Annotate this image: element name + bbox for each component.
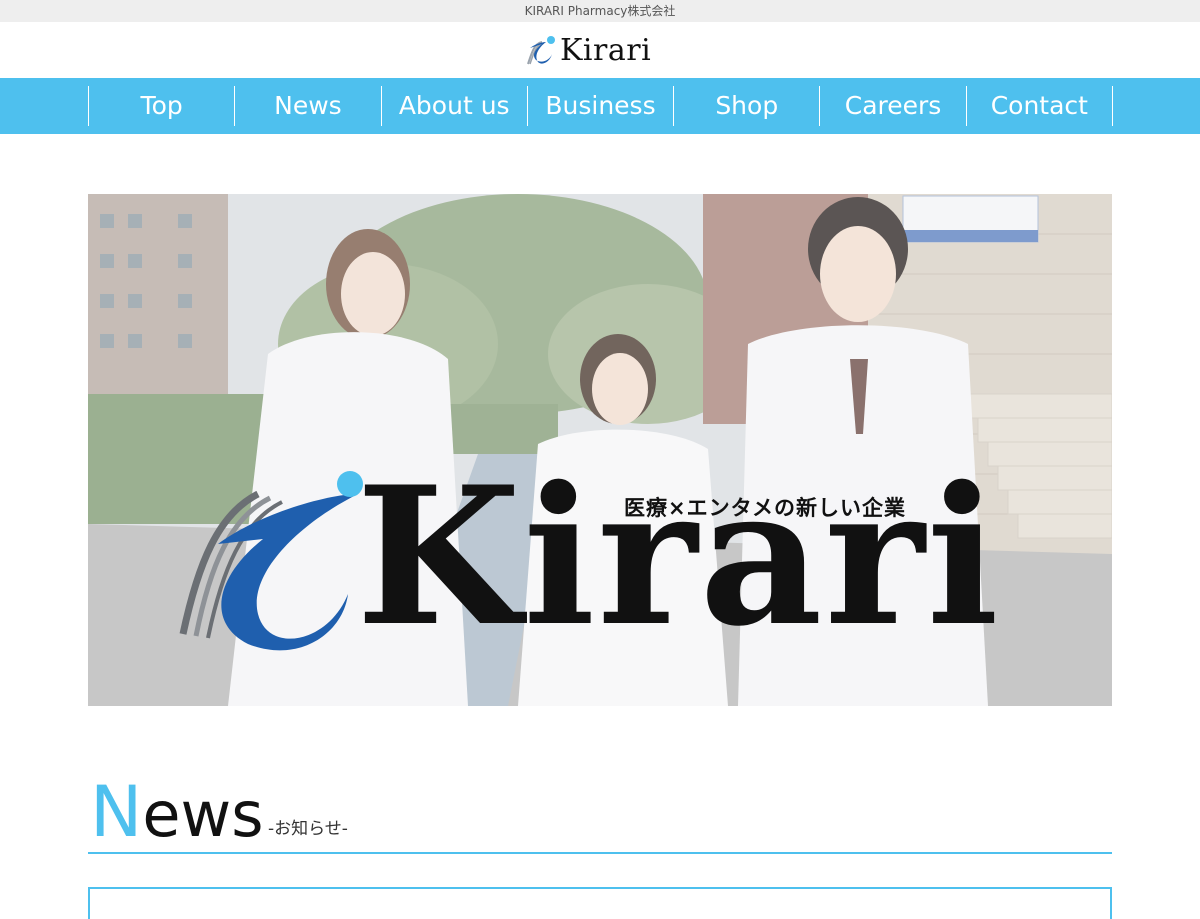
site-logo[interactable]: Kirari [524, 33, 651, 69]
news-list-box [88, 887, 1112, 919]
logo-text: Kirari [560, 33, 652, 68]
kirari-logo-icon [527, 36, 555, 65]
company-name: KIRARI Pharmacy株式会社 [524, 4, 676, 18]
nav-item-careers[interactable]: Careers [820, 86, 967, 126]
hero-banner: 医療×エンタメの新しい企業 Kirari [88, 194, 1112, 706]
news-heading-initial: N [90, 771, 143, 853]
news-heading-rest: ews [142, 778, 264, 851]
nav-item-contact[interactable]: Contact [967, 86, 1113, 126]
company-name-bar: KIRARI Pharmacy株式会社 [0, 0, 1200, 22]
news-heading: News [90, 772, 264, 855]
nav-item-business[interactable]: Business [528, 86, 675, 126]
site-header: Kirari [0, 22, 1200, 78]
nav-item-about-us[interactable]: About us [382, 86, 528, 126]
nav-item-top[interactable]: Top [89, 86, 236, 126]
news-section-header: News -お知らせ- [88, 770, 1112, 854]
hero-brand-text: Kirari [356, 445, 1001, 668]
news-subtitle: -お知らせ- [268, 819, 348, 839]
main-navigation: Top News About us Business Shop Careers … [0, 78, 1200, 134]
nav-item-news[interactable]: News [235, 86, 382, 126]
nav-item-shop[interactable]: Shop [674, 86, 821, 126]
